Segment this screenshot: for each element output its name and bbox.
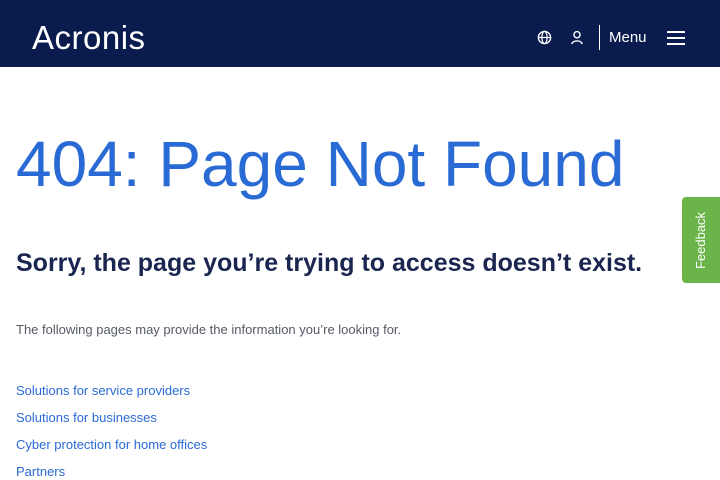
error-subtitle: Sorry, the page you’re trying to access … xyxy=(16,249,643,277)
menu-label[interactable]: Menu xyxy=(609,28,647,48)
globe-icon[interactable] xyxy=(534,27,554,47)
intro-text: The following pages may provide the info… xyxy=(16,322,402,337)
page-title: 404: Page Not Found xyxy=(16,128,625,200)
link-businesses[interactable]: Solutions for businesses xyxy=(16,409,207,427)
hamburger-menu-icon[interactable] xyxy=(666,29,686,47)
link-partners[interactable]: Partners xyxy=(16,463,207,480)
acronis-logo[interactable]: Acronis xyxy=(32,18,146,58)
link-service-providers[interactable]: Solutions for service providers xyxy=(16,382,207,400)
feedback-label: Feedback xyxy=(693,211,709,269)
header-divider xyxy=(599,25,600,50)
link-home-offices[interactable]: Cyber protection for home offices xyxy=(16,436,207,454)
user-icon[interactable] xyxy=(567,27,587,47)
suggested-links: Solutions for service providers Solution… xyxy=(16,382,207,480)
site-header: Acronis Menu xyxy=(0,0,720,67)
feedback-tab[interactable]: Feedback xyxy=(682,197,720,283)
